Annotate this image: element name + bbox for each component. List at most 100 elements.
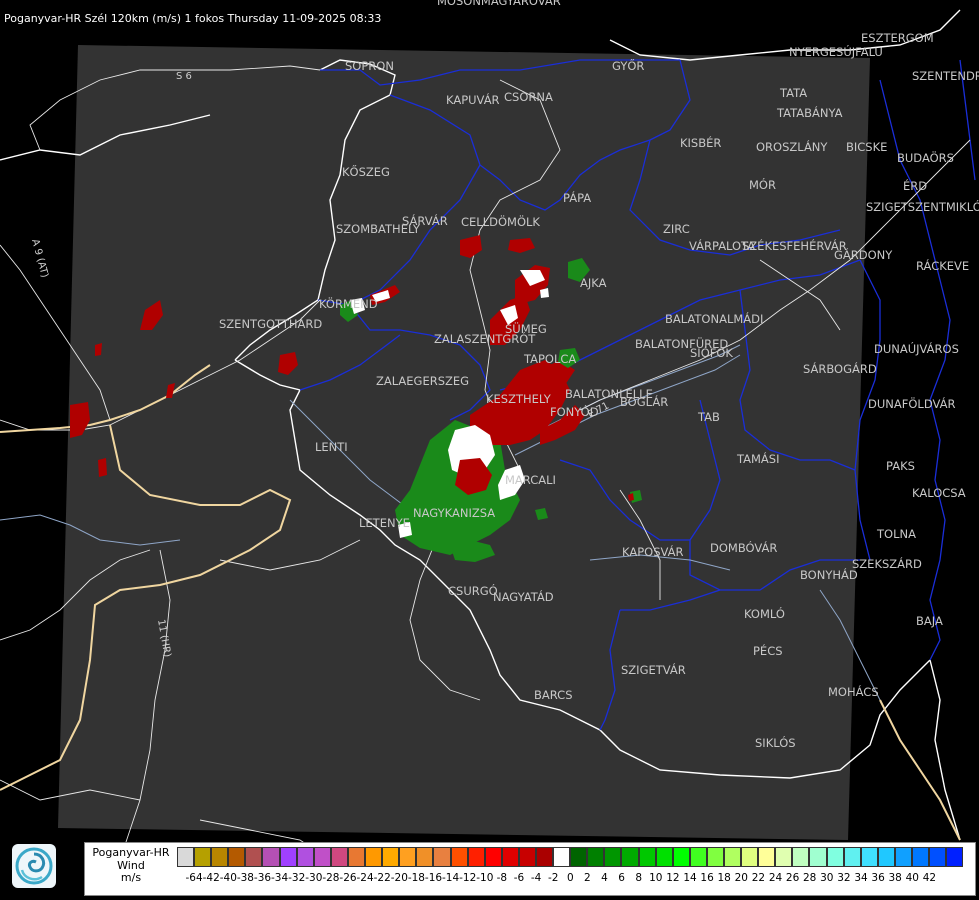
legend-tick-labels: -64 -42 -40 -38 -36 -34 -32 -30 -28 -26 -24 -22 -20-… <box>177 872 965 886</box>
city-label: TAMÁSI <box>736 451 779 466</box>
legend-color-cell <box>929 847 947 867</box>
legend-color-cell <box>382 847 400 867</box>
legend-tick-label: -26 <box>339 872 357 884</box>
city-label: ESZTERGOM <box>861 31 934 45</box>
legend-tick-label: -36 <box>253 872 272 884</box>
legend-color-cell <box>843 847 861 867</box>
legend-radar-name: Poganyvar-HR <box>92 846 170 859</box>
legend-color-cell <box>330 847 348 867</box>
legend-tick-label: -42 <box>202 872 220 884</box>
city-label: DOMBÓVÁR <box>710 540 777 555</box>
legend-unit: m/s <box>120 871 142 884</box>
city-label: LETENYE <box>359 516 410 530</box>
legend-color-cell <box>484 847 502 867</box>
city-label: TAPOLCA <box>523 352 576 366</box>
city-label: ÉRD <box>903 178 927 193</box>
city-label: KESZTHELY <box>486 392 552 406</box>
legend-tick-label: -40 <box>219 872 237 884</box>
city-label: SOPRON <box>345 59 394 73</box>
city-label: OROSZLÁNY <box>756 139 828 154</box>
legend-color-cell <box>399 847 417 867</box>
legend-color-cell <box>450 847 468 867</box>
legend-tick-label: 24 <box>768 872 783 884</box>
legend-color-cell <box>724 847 742 867</box>
legend-color-cell <box>416 847 434 867</box>
city-label: KAPUVÁR <box>446 92 500 107</box>
legend-color-cell <box>655 847 673 867</box>
legend-color-cell <box>877 847 895 867</box>
legend-tick-label: -4 <box>530 872 542 884</box>
road-label: A 9 (AT) <box>29 238 50 279</box>
city-label: ZIRC <box>663 222 690 236</box>
legend-tick-label: 30 <box>820 872 834 884</box>
legend-color-cell <box>211 847 229 867</box>
legend-tick-label: -16 <box>424 872 443 884</box>
legend-tick-label: -30 <box>305 872 323 884</box>
city-label: DUNAÚJVÁROS <box>874 341 959 356</box>
city-label: ZALAEGERSZEG <box>376 374 469 388</box>
legend-color-cell <box>775 847 793 867</box>
legend-color-cell <box>245 847 263 867</box>
city-label: SÁRBOGÁRD <box>803 361 877 376</box>
legend-color-cell <box>809 847 827 867</box>
legend-tick-label: 28 <box>803 872 817 884</box>
legend-color-cell <box>570 847 588 867</box>
city-label: NAGYATÁD <box>493 589 554 604</box>
city-label: KISBÉR <box>680 135 721 150</box>
legend-color-cell <box>741 847 759 867</box>
legend-tick-label: -28 <box>322 872 340 884</box>
city-label: MARCALI <box>505 473 556 487</box>
legend-color-cell <box>467 847 485 867</box>
city-label: MOHÁCS <box>828 684 879 699</box>
legend-tick-label: 4 <box>601 872 608 884</box>
city-label: PÁPA <box>563 190 591 205</box>
legend-tick-label: 32 <box>837 872 851 884</box>
legend-tick-label: -20 <box>390 872 408 884</box>
city-label: KALOCSA <box>912 486 966 500</box>
color-legend: Poganyvar-HR Wind m/s -64 -42 -40 -38 -36 -34… <box>84 842 976 896</box>
legend-color-bar <box>177 847 964 867</box>
city-label: SZÉKESFEHÉRVÁR <box>742 238 847 253</box>
city-label: BICSKE <box>846 140 887 154</box>
legend-tick-label: 26 <box>785 872 800 884</box>
legend-tick-label: 38 <box>888 872 902 884</box>
legend-tick-label: 18 <box>717 872 731 884</box>
legend-color-cell <box>433 847 451 867</box>
legend-color-cell <box>672 847 690 867</box>
city-label: CELLDÖMÖLK <box>461 213 540 229</box>
city-label: LENTI <box>315 440 348 454</box>
app-logo <box>12 844 56 888</box>
city-label: SZIGETSZENTMIKLÓS <box>866 199 979 214</box>
legend-tick-label: 0 <box>566 872 574 884</box>
legend-tick-label: 16 <box>700 872 714 884</box>
city-label: TATABÁNYA <box>776 105 843 120</box>
legend-tick-label: 2 <box>584 872 591 884</box>
swirl-logo-icon <box>15 847 53 885</box>
legend-color-cell <box>912 847 930 867</box>
city-label: RÁCKEVE <box>916 258 969 273</box>
legend-tick-label: 22 <box>751 872 766 884</box>
city-label: BARCS <box>534 688 573 702</box>
legend-tick-label: 8 <box>635 872 643 884</box>
legend-tick-label: 36 <box>871 872 885 884</box>
legend-color-cell <box>758 847 776 867</box>
legend-color-cell <box>792 847 810 867</box>
legend-tick-label: -14 <box>442 872 460 884</box>
city-label: CSURGÓ <box>448 583 498 598</box>
city-label: SIÓFOK <box>690 345 733 360</box>
city-label: SÁRVÁR <box>402 213 448 228</box>
legend-tick-label: -10 <box>476 872 494 884</box>
legend-tick-label: -12 <box>459 872 477 884</box>
legend-tick-label: -64 <box>185 872 203 884</box>
legend-color-cell <box>638 847 656 867</box>
legend-color-cell <box>860 847 878 867</box>
city-label: MÓR <box>749 177 776 192</box>
city-label: SZIGETVÁR <box>621 662 686 677</box>
legend-color-cell <box>347 847 366 867</box>
legend-color-cell <box>279 847 297 867</box>
city-label: GÁRDONY <box>834 247 893 262</box>
legend-tick-label: -8 <box>496 872 508 884</box>
legend-tick-label: -18 <box>407 872 425 884</box>
legend-color-cell <box>535 847 554 867</box>
legend-tick-label: 42 <box>922 872 937 884</box>
